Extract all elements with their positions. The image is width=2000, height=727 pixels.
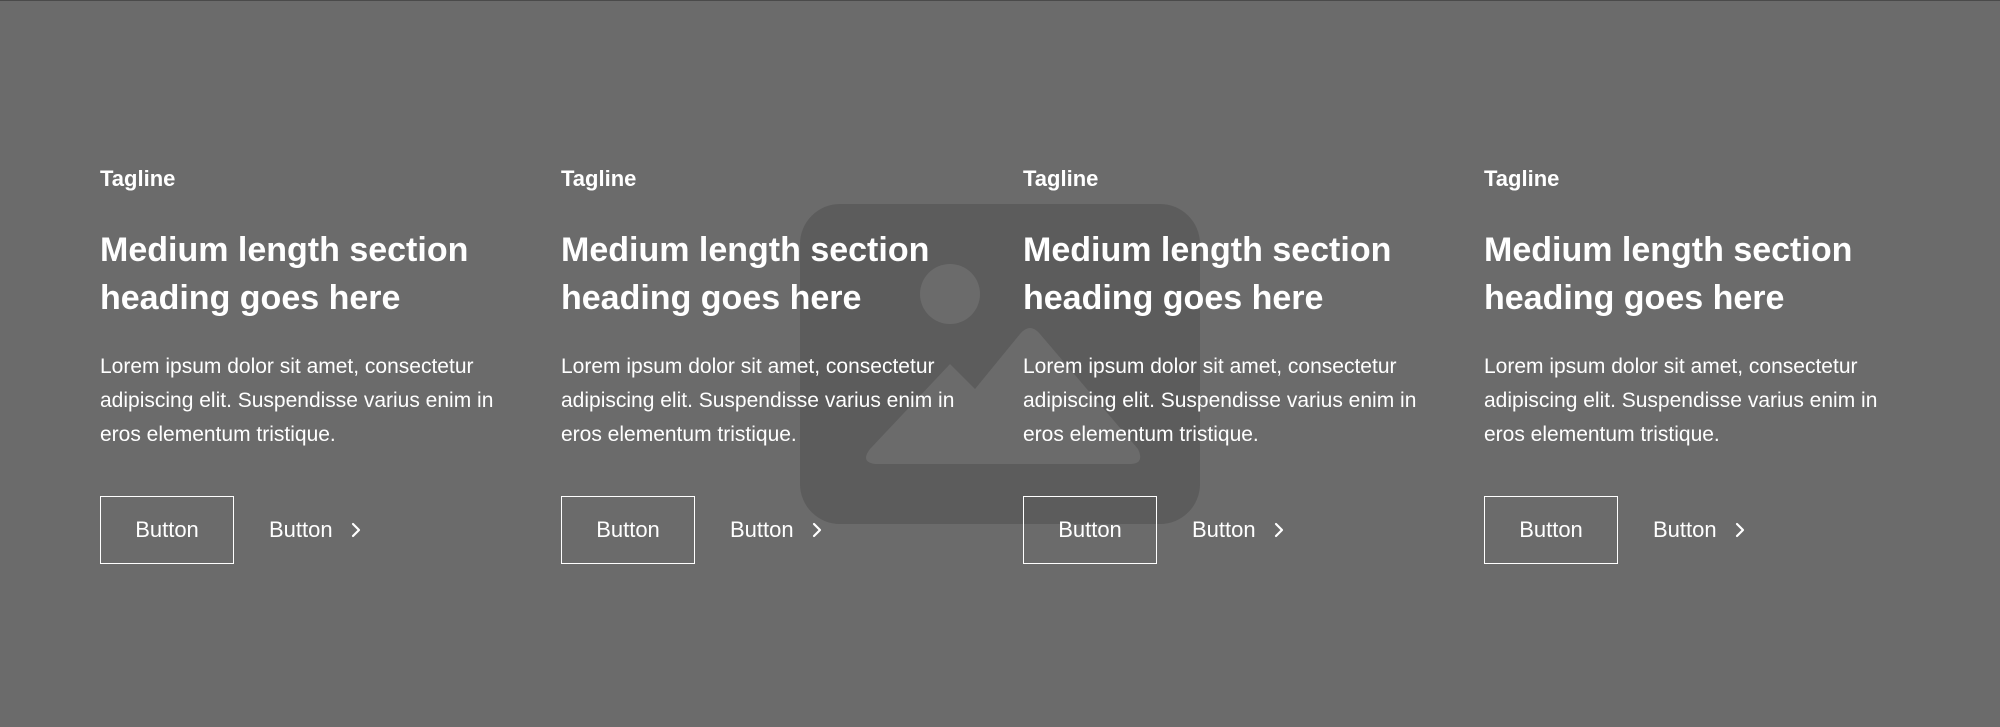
card-body-line: adipiscing elit. Suspendisse varius enim… [100, 389, 494, 412]
card-heading: Medium length section heading goes here [561, 226, 981, 322]
primary-button[interactable]: Button [1023, 496, 1157, 564]
card-tagline: Tagline [1023, 166, 1099, 191]
card-body-line: eros elementum tristique. [561, 423, 797, 446]
card-body: Lorem ipsum dolor sit amet, consectetur … [1484, 350, 1904, 452]
feature-card: Tagline Medium length section heading go… [100, 164, 520, 564]
card-heading-line: Medium length section [1023, 231, 1392, 269]
chevron-right-icon [812, 522, 821, 538]
card-body-line: eros elementum tristique. [100, 423, 336, 446]
secondary-link-button[interactable]: Button [1192, 517, 1286, 543]
card-body: Lorem ipsum dolor sit amet, consectetur … [1023, 350, 1443, 452]
card-body-line: Lorem ipsum dolor sit amet, consectetur [100, 355, 474, 378]
card-tagline: Tagline [561, 166, 637, 191]
secondary-button-label: Button [269, 517, 333, 542]
chevron-right-icon [351, 522, 360, 538]
card-heading-line: Medium length section [100, 231, 469, 269]
primary-button-label: Button [135, 517, 199, 542]
chevron-right-icon [1274, 522, 1283, 538]
card-heading-line: heading goes here [1023, 279, 1324, 317]
card-heading-line: heading goes here [561, 279, 862, 317]
primary-button[interactable]: Button [1484, 496, 1618, 564]
primary-button[interactable]: Button [561, 496, 695, 564]
card-heading-line: Medium length section [1484, 231, 1853, 269]
primary-button[interactable]: Button [100, 496, 234, 564]
card-heading-line: heading goes here [100, 279, 401, 317]
card-heading: Medium length section heading goes here [1484, 226, 1904, 322]
feature-card: Tagline Medium length section heading go… [561, 164, 981, 564]
feature-card: Tagline Medium length section heading go… [1484, 164, 1904, 564]
card-body: Lorem ipsum dolor sit amet, consectetur … [561, 350, 981, 452]
card-actions: Button Button [561, 496, 824, 564]
card-actions: Button Button [1484, 496, 1747, 564]
feature-cards: Tagline Medium length section heading go… [100, 0, 1900, 727]
card-body-line: Lorem ipsum dolor sit amet, consectetur [1023, 355, 1397, 378]
card-body-line: Lorem ipsum dolor sit amet, consectetur [1484, 355, 1858, 378]
card-heading-line: heading goes here [1484, 279, 1785, 317]
secondary-button-label: Button [730, 517, 794, 542]
secondary-link-button[interactable]: Button [269, 517, 363, 543]
card-heading: Medium length section heading goes here [100, 226, 520, 322]
primary-button-label: Button [1058, 517, 1122, 542]
card-body-line: adipiscing elit. Suspendisse varius enim… [1484, 389, 1878, 412]
primary-button-label: Button [596, 517, 660, 542]
card-tagline: Tagline [100, 166, 176, 191]
card-tagline: Tagline [1484, 166, 1560, 191]
card-heading-line: Medium length section [561, 231, 930, 269]
card-body-line: adipiscing elit. Suspendisse varius enim… [1023, 389, 1417, 412]
card-body: Lorem ipsum dolor sit amet, consectetur … [100, 350, 520, 452]
primary-button-label: Button [1519, 517, 1583, 542]
card-body-line: Lorem ipsum dolor sit amet, consectetur [561, 355, 935, 378]
card-body-line: adipiscing elit. Suspendisse varius enim… [561, 389, 955, 412]
card-body-line: eros elementum tristique. [1023, 423, 1259, 446]
chevron-right-icon [1735, 522, 1744, 538]
card-actions: Button Button [1023, 496, 1286, 564]
feature-card: Tagline Medium length section heading go… [1023, 164, 1443, 564]
secondary-link-button[interactable]: Button [1653, 517, 1747, 543]
card-body-line: eros elementum tristique. [1484, 423, 1720, 446]
secondary-button-label: Button [1653, 517, 1717, 542]
secondary-link-button[interactable]: Button [730, 517, 824, 543]
card-heading: Medium length section heading goes here [1023, 226, 1443, 322]
card-actions: Button Button [100, 496, 363, 564]
secondary-button-label: Button [1192, 517, 1256, 542]
